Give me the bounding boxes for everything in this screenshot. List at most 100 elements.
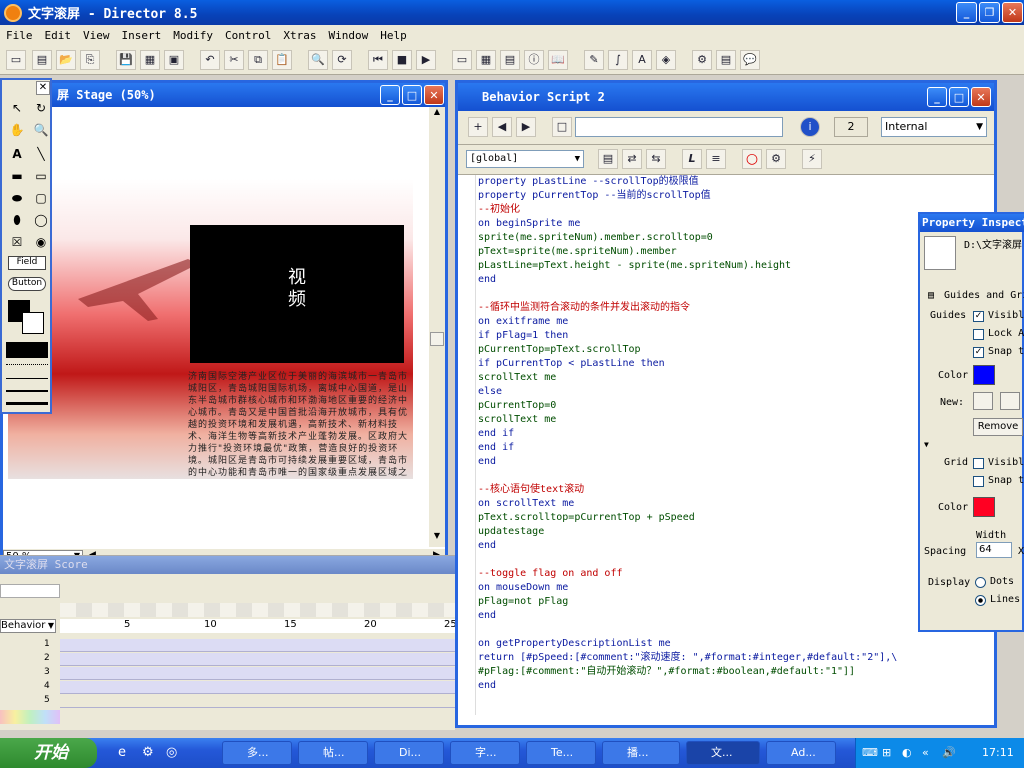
stage-minimize-button[interactable]: _	[380, 85, 400, 105]
grid-collapse-icon[interactable]: ▼	[924, 440, 929, 449]
score-tempo-row[interactable]	[0, 584, 60, 598]
message-icon[interactable]: 💬	[740, 50, 760, 70]
line-width-none[interactable]	[6, 364, 48, 365]
script-name-field[interactable]	[575, 117, 783, 137]
score-window-icon[interactable]: ▤	[500, 50, 520, 70]
new-script-icon[interactable]: +	[468, 117, 488, 137]
open-icon[interactable]: 📂	[56, 50, 76, 70]
cast-window-icon[interactable]: ▦	[476, 50, 496, 70]
rewind-icon[interactable]: ⏮	[368, 50, 388, 70]
zoom-tool-icon[interactable]: 🔍	[31, 121, 51, 139]
stage-window-icon[interactable]: ▭	[452, 50, 472, 70]
arrow-tool-icon[interactable]: ↖	[7, 99, 27, 117]
stage-scroll-thumb[interactable]	[430, 332, 444, 346]
start-button[interactable]: 开始	[0, 738, 97, 768]
behavior-dropdown[interactable]: Behavior ▼	[0, 619, 56, 633]
radio-tool-icon[interactable]: ◉	[31, 233, 51, 251]
scroll-up-icon[interactable]: ▲	[429, 107, 445, 123]
menu-control[interactable]: Control	[219, 29, 277, 42]
stage-maximize-button[interactable]: □	[402, 85, 422, 105]
sprite-channel-4[interactable]	[60, 681, 455, 694]
script-maximize-button[interactable]: □	[949, 87, 969, 107]
script-close-button[interactable]: ✕	[971, 87, 991, 107]
grid-visible-checkbox[interactable]	[973, 458, 984, 469]
text-icon[interactable]: A	[632, 50, 652, 70]
save-icon[interactable]: 💾	[116, 50, 136, 70]
rotate-tool-icon[interactable]: ↻	[31, 99, 51, 117]
guides-snap-checkbox[interactable]: ✓	[973, 347, 984, 358]
field-tool-icon[interactable]: Field	[8, 256, 46, 270]
task-button-3[interactable]: Di...	[374, 741, 444, 765]
tray-expand-icon[interactable]: «	[922, 738, 929, 768]
score-marker-row[interactable]	[60, 603, 455, 617]
ellipse-icon[interactable]: ◯	[31, 211, 51, 229]
line-width-1[interactable]	[6, 378, 48, 379]
import-icon[interactable]: ⎘	[80, 50, 100, 70]
stage-canvas[interactable]: 视 频 济南国际空港产业区位于美丽的海滨城市一青岛市城阳区，青岛城阳国际机场，离…	[8, 179, 413, 479]
go-to-handler-icon[interactable]: ▤	[598, 149, 618, 169]
volume-icon[interactable]: 🔊	[942, 738, 956, 768]
filled-ellipse-icon[interactable]: ⬮	[7, 211, 27, 229]
dots-radio[interactable]	[975, 577, 986, 588]
guides-color-swatch[interactable]	[973, 365, 995, 385]
lines-radio[interactable]	[975, 595, 986, 606]
keyboard-icon[interactable]: ⌨	[862, 738, 878, 768]
save-all-icon[interactable]: ▦	[140, 50, 160, 70]
stage-vertical-scrollbar[interactable]: ▲ ▼	[429, 107, 445, 547]
media-quicklaunch-icon[interactable]: ◎	[166, 745, 177, 760]
new-horizontal-guide[interactable]	[973, 392, 993, 410]
sprite-channel-1[interactable]	[60, 639, 455, 652]
cut-icon[interactable]: ✂	[224, 50, 244, 70]
network-icon[interactable]: ⊞	[882, 738, 891, 768]
menu-modify[interactable]: Modify	[167, 29, 219, 42]
uncomment-icon[interactable]: ⇆	[646, 149, 666, 169]
script-icon[interactable]: ▤	[716, 50, 736, 70]
new-movie-icon[interactable]: ▭	[6, 50, 26, 70]
stop-icon[interactable]: ■	[392, 50, 412, 70]
sprite-channel-2[interactable]	[60, 653, 455, 666]
next-script-icon[interactable]: ▶	[516, 117, 536, 137]
task-button-7[interactable]: 文...	[686, 741, 760, 765]
paste-icon[interactable]: 📋	[272, 50, 292, 70]
stage-close-button[interactable]: ✕	[424, 85, 444, 105]
copy-icon[interactable]: ⧉	[248, 50, 268, 70]
task-button-4[interactable]: 字...	[450, 741, 520, 765]
button-tool-icon[interactable]: Button	[8, 277, 46, 291]
desktop-quicklaunch-icon[interactable]: ⚙	[142, 745, 154, 760]
background-color-swatch[interactable]	[22, 312, 44, 334]
guides-tab-icon[interactable]: ▤	[928, 290, 934, 301]
grid-snap-checkbox[interactable]	[973, 476, 984, 487]
grid-color-swatch[interactable]	[973, 497, 995, 517]
line-width-2[interactable]	[6, 390, 48, 392]
close-button[interactable]: ✕	[1002, 2, 1023, 23]
task-button-2[interactable]: 帖...	[298, 741, 368, 765]
task-button-1[interactable]: 多...	[222, 741, 292, 765]
new-vertical-guide[interactable]	[1000, 392, 1020, 410]
watch-expression-icon[interactable]: ⚙	[766, 149, 786, 169]
previous-script-icon[interactable]: ◀	[492, 117, 512, 137]
lingo-icon[interactable]: L	[682, 149, 702, 169]
menu-help[interactable]: Help	[374, 29, 413, 42]
filled-rect-icon[interactable]: ▬	[7, 167, 27, 185]
menu-insert[interactable]: Insert	[116, 29, 168, 42]
palette-close-icon[interactable]: ✕	[36, 81, 50, 95]
line-tool-icon[interactable]: ╲	[31, 145, 51, 163]
minimize-button[interactable]: _	[956, 2, 977, 23]
task-button-8[interactable]: Ad...	[766, 741, 836, 765]
roundrect-icon[interactable]: ▢	[31, 189, 51, 207]
guides-lock-checkbox[interactable]	[973, 329, 984, 340]
vector-icon[interactable]: ∫	[608, 50, 628, 70]
ie-quicklaunch-icon[interactable]: e	[118, 745, 126, 760]
restore-button[interactable]: ❐	[979, 2, 1000, 23]
text-tool-icon[interactable]: A	[7, 145, 27, 163]
scope-select[interactable]: [global] ▼	[466, 150, 584, 168]
undo-icon[interactable]: ↶	[200, 50, 220, 70]
menu-file[interactable]: File	[0, 29, 39, 42]
filled-roundrect-icon[interactable]: ⬬	[7, 189, 27, 207]
sprite-channel-5[interactable]	[60, 695, 455, 708]
rect-icon[interactable]: ▭	[31, 167, 51, 185]
info-icon[interactable]: i	[800, 117, 820, 137]
menu-window[interactable]: Window	[322, 29, 374, 42]
spacing-width-field[interactable]: 64	[976, 542, 1012, 558]
checkbox-tool-icon[interactable]: ☒	[7, 233, 27, 251]
